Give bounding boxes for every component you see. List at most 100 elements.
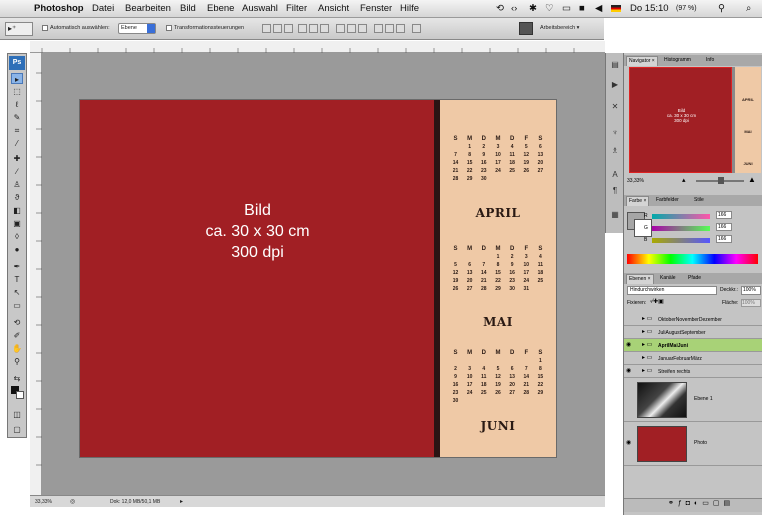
crop-tool-icon[interactable]: ⌗ (11, 125, 23, 136)
zoom-out-icon[interactable]: ▴ (682, 176, 686, 184)
tab-styles[interactable]: Stile (692, 197, 706, 203)
menu-hilfe[interactable]: Hilfe (400, 3, 419, 14)
channel-r-value[interactable]: 166 (716, 211, 732, 219)
menu-ansicht[interactable]: Ansicht (318, 3, 349, 14)
lock-icons[interactable]: ▫⁄✚▣ (650, 298, 664, 305)
layer-group-streifen-rechts[interactable]: ◉ ▸ ▭ Streifen rechts (624, 365, 762, 378)
layer-group-jan-feb-mar[interactable]: ▸ ▭ JanuarFebruarMärz (624, 352, 762, 365)
layer-group-okt-nov-dez[interactable]: ▸ ▭ OktoberNovemberDezember (624, 313, 762, 326)
layer-photo[interactable]: ◉ Photo (624, 422, 762, 466)
sync-icon[interactable]: ‹› (511, 3, 517, 14)
clone-source-icon[interactable]: ♗ (609, 145, 621, 156)
layer-ebene-1[interactable]: Ebene 1 (624, 378, 762, 422)
zoom-level[interactable]: 33,33% (35, 499, 52, 505)
shape-tool-icon[interactable]: ▭ (11, 300, 23, 311)
blend-mode-dropdown[interactable]: Hindurchwirken (627, 286, 717, 295)
tab-paths[interactable]: Pfade (686, 275, 703, 281)
history-brush-icon[interactable]: ϑ (11, 192, 23, 203)
quick-mask-icon[interactable]: ◫ (11, 409, 23, 420)
distribute-left-icon[interactable] (374, 24, 383, 33)
wifi-icon[interactable]: ♡ (545, 3, 554, 14)
visibility-eye-icon[interactable]: ◉ (626, 440, 634, 446)
wand-tool-icon[interactable]: ✎ (11, 112, 23, 123)
brush-tool-icon[interactable]: ∕ (11, 166, 23, 177)
path-select-tool-icon[interactable]: ↖ (11, 287, 23, 298)
status-arrow-icon[interactable]: ▸ (180, 498, 183, 505)
background-color-swatch[interactable] (16, 391, 24, 399)
tab-color[interactable]: Farbe × (626, 196, 650, 206)
display-icon[interactable]: ▭ (562, 3, 571, 14)
menu-auswahl[interactable]: Auswahl (242, 3, 278, 14)
pen-tool-icon[interactable]: ✒ (11, 261, 23, 272)
tab-channels[interactable]: Kanäle (658, 275, 678, 281)
volume-icon[interactable]: ◀︎ (595, 3, 602, 14)
channel-g-value[interactable]: 166 (716, 223, 732, 231)
status-icon[interactable]: ◎ (70, 498, 75, 505)
character-panel-icon[interactable]: A (609, 169, 621, 180)
workspace-icon[interactable] (519, 22, 533, 35)
visibility-eye-icon[interactable]: ◉ (626, 368, 634, 374)
tab-histogram[interactable]: Histogramm (662, 57, 693, 63)
distribute-bottom-icon[interactable] (358, 24, 367, 33)
navigator-slider-knob[interactable] (718, 177, 724, 184)
align-hcenter-icon[interactable] (309, 24, 318, 33)
auto-select-checkbox[interactable] (42, 25, 48, 31)
swap-colors-icon[interactable]: ⇆ (11, 373, 23, 384)
gradient-tool-icon[interactable]: ▣ (11, 218, 23, 229)
tools-preset-icon[interactable]: ✕ (609, 101, 621, 112)
transform-controls-checkbox[interactable] (166, 25, 172, 31)
monitor-icon[interactable]: ■ (579, 3, 585, 14)
doc-size[interactable]: Dok: 12,0 MB/50,1 MB (110, 499, 160, 505)
flag-de-icon[interactable] (611, 5, 621, 12)
fx-icon[interactable]: ƒ (678, 500, 686, 507)
zoom-tool-icon[interactable]: ⚲ (11, 356, 23, 367)
3d-camera-icon[interactable]: ✐ (11, 330, 23, 341)
navigator-zoom[interactable]: 33,33% (627, 178, 644, 184)
align-top-icon[interactable] (262, 24, 271, 33)
folder-icon[interactable]: ▸ ▭ (642, 328, 652, 335)
history-panel-icon[interactable]: ▤ (609, 59, 621, 70)
tab-swatches[interactable]: Farbfelder (654, 197, 681, 203)
clock[interactable]: Do 15:10 (630, 3, 669, 14)
align-left-icon[interactable] (298, 24, 307, 33)
timemachine-icon[interactable]: ⟲ (496, 3, 504, 14)
battery-status[interactable]: (97 %) (676, 5, 697, 12)
healing-tool-icon[interactable]: ✚ (11, 153, 23, 164)
background-color[interactable] (634, 219, 652, 237)
eyedropper-tool-icon[interactable]: ⁄ (11, 138, 23, 149)
hand-tool-icon[interactable]: ✋ (11, 343, 23, 354)
marquee-tool-icon[interactable]: ⬚ (11, 86, 23, 97)
visibility-eye-icon[interactable]: ◉ (626, 342, 634, 348)
channel-b-value[interactable]: 166 (716, 235, 732, 243)
new-group-icon[interactable]: ▭ (702, 500, 713, 507)
tab-navigator[interactable]: Navigator × (626, 56, 658, 66)
distribute-hcenter-icon[interactable] (385, 24, 394, 33)
brush-panel-icon[interactable]: ♆ (609, 127, 621, 138)
opacity-value[interactable]: 100% (741, 286, 761, 295)
workspace-dropdown[interactable]: Arbeitsbereich ▾ (540, 25, 579, 31)
delete-layer-icon[interactable]: ▤ (724, 500, 735, 507)
zoom-in-icon[interactable]: ▲ (748, 175, 756, 184)
stamp-tool-icon[interactable]: ♙ (11, 179, 23, 190)
align-bottom-icon[interactable] (284, 24, 293, 33)
actions-panel-icon[interactable]: ▶ (609, 79, 621, 90)
menu-bild[interactable]: Bild (180, 3, 196, 14)
auto-select-dropdown[interactable]: Ebene (118, 23, 156, 34)
link-layers-icon[interactable]: ⚭ (668, 500, 678, 507)
menu-datei[interactable]: Datei (92, 3, 114, 14)
layer-group-apr-mai-jun[interactable]: ◉ ▸ ▭ AprilMaiJuni (624, 339, 762, 352)
channel-g-slider[interactable] (652, 226, 710, 231)
adjustment-icon[interactable]: ◐ (694, 500, 702, 507)
color-spectrum[interactable] (627, 254, 758, 264)
tab-info[interactable]: Info (704, 57, 716, 63)
document-canvas[interactable]: Bild ca. 30 x 30 cm 300 dpi SMDMDFS12345… (80, 100, 556, 457)
channel-b-slider[interactable] (652, 238, 710, 243)
mask-icon[interactable]: ◘ (686, 500, 694, 507)
blur-tool-icon[interactable]: ◊ (11, 231, 23, 242)
menu-bearbeiten[interactable]: Bearbeiten (125, 3, 171, 14)
auto-align-icon[interactable] (412, 24, 421, 33)
new-layer-icon[interactable]: ▢ (713, 500, 724, 507)
distribute-right-icon[interactable] (396, 24, 405, 33)
screen-mode-icon[interactable]: ▢ (11, 424, 23, 435)
user-icon[interactable]: ⚲ (718, 3, 725, 14)
